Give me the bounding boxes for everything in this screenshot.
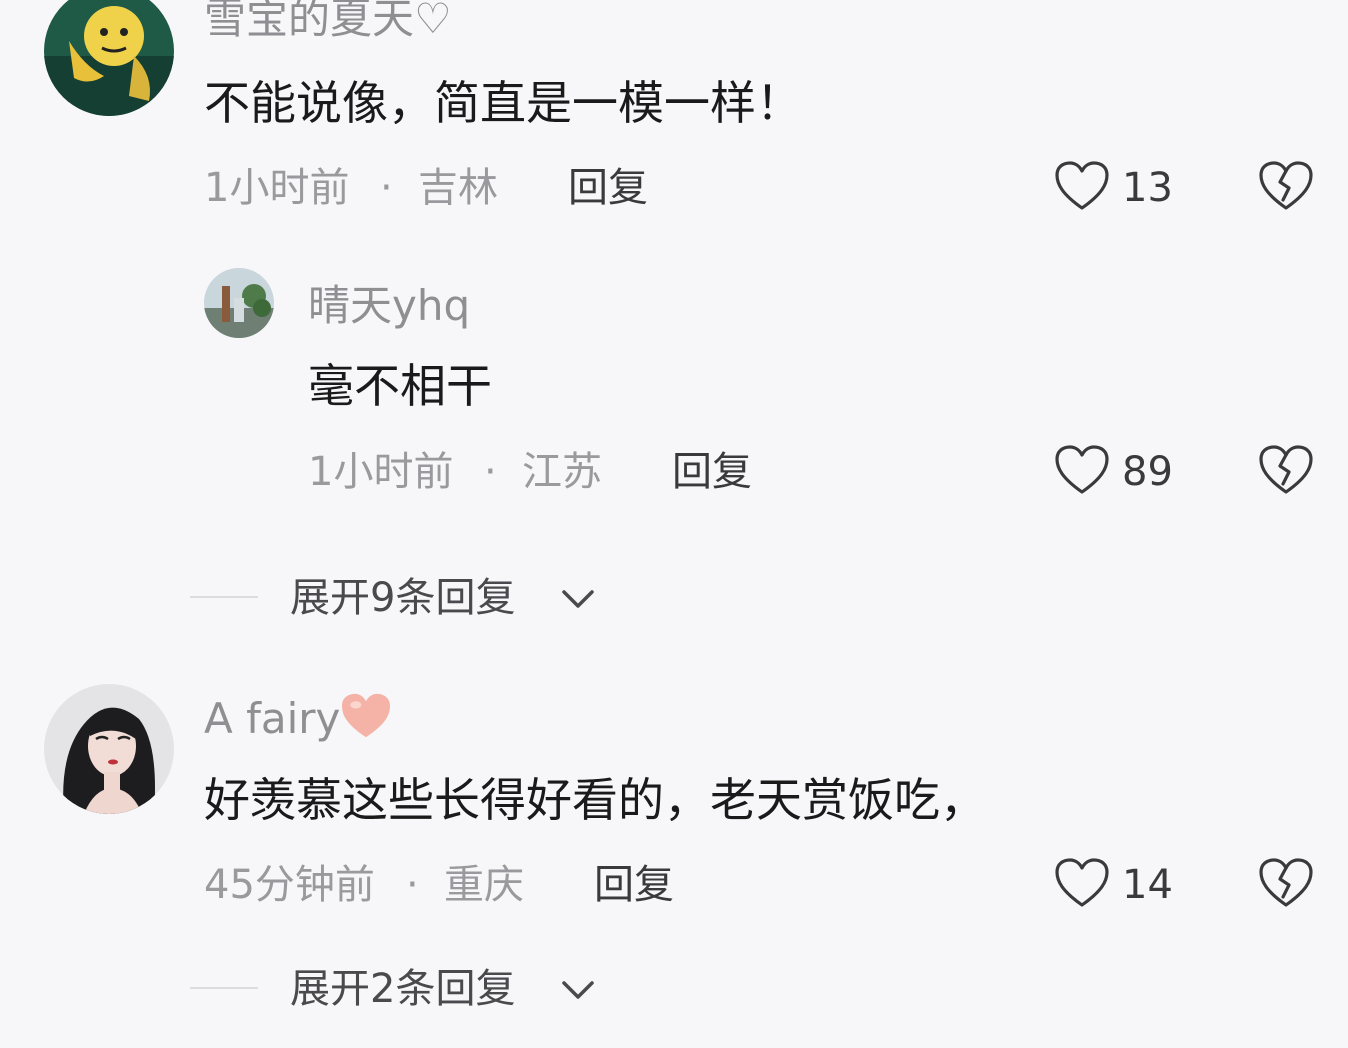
divider bbox=[190, 596, 258, 598]
expand-replies-link[interactable]: 展开2条回复 bbox=[290, 969, 515, 1009]
avatar[interactable] bbox=[44, 684, 174, 814]
like-count: 89 bbox=[1122, 449, 1173, 495]
expand-replies-link[interactable]: 展开9条回复 bbox=[290, 578, 515, 618]
comment-text: 不能说像，简直是一模一样！ bbox=[204, 76, 802, 130]
broken-heart-icon[interactable] bbox=[1258, 160, 1314, 212]
avatar[interactable] bbox=[204, 268, 274, 338]
reply-button[interactable]: 回复 bbox=[672, 452, 752, 492]
comment-text: 毫不相干 bbox=[308, 359, 492, 413]
comment-time: 1小时前 bbox=[308, 449, 454, 495]
username[interactable]: 晴天yhq bbox=[308, 285, 470, 327]
like-count: 13 bbox=[1122, 165, 1173, 211]
heart-outline-icon[interactable] bbox=[1054, 857, 1110, 909]
reply-button[interactable]: 回复 bbox=[568, 168, 648, 208]
broken-heart-icon[interactable] bbox=[1258, 857, 1314, 909]
meta-separator: · bbox=[406, 862, 419, 908]
chevron-down-icon[interactable] bbox=[560, 588, 596, 610]
like-count: 14 bbox=[1122, 862, 1173, 908]
meta-separator: · bbox=[484, 449, 497, 495]
heart-outline-icon[interactable] bbox=[1054, 444, 1110, 496]
comment-text: 好羡慕这些长得好看的，老天赏饭吃， bbox=[204, 773, 986, 827]
reply-button[interactable]: 回复 bbox=[594, 865, 674, 905]
username[interactable]: 雪宝的夏天♡ bbox=[204, 0, 452, 40]
comment-location: 重庆 bbox=[444, 862, 524, 908]
pink-heart-emoji bbox=[342, 693, 390, 738]
comment-time: 45分钟前 bbox=[204, 862, 375, 908]
divider bbox=[190, 987, 258, 989]
broken-heart-icon[interactable] bbox=[1258, 444, 1314, 496]
username[interactable]: A fairy bbox=[204, 698, 340, 740]
comment-time: 1小时前 bbox=[204, 165, 350, 211]
avatar[interactable] bbox=[44, 0, 174, 116]
comment-location: 江苏 bbox=[522, 449, 602, 495]
chevron-down-icon[interactable] bbox=[560, 979, 596, 1001]
comment-location: 吉林 bbox=[418, 165, 498, 211]
heart-outline-icon[interactable] bbox=[1054, 160, 1110, 212]
meta-separator: · bbox=[380, 165, 393, 211]
